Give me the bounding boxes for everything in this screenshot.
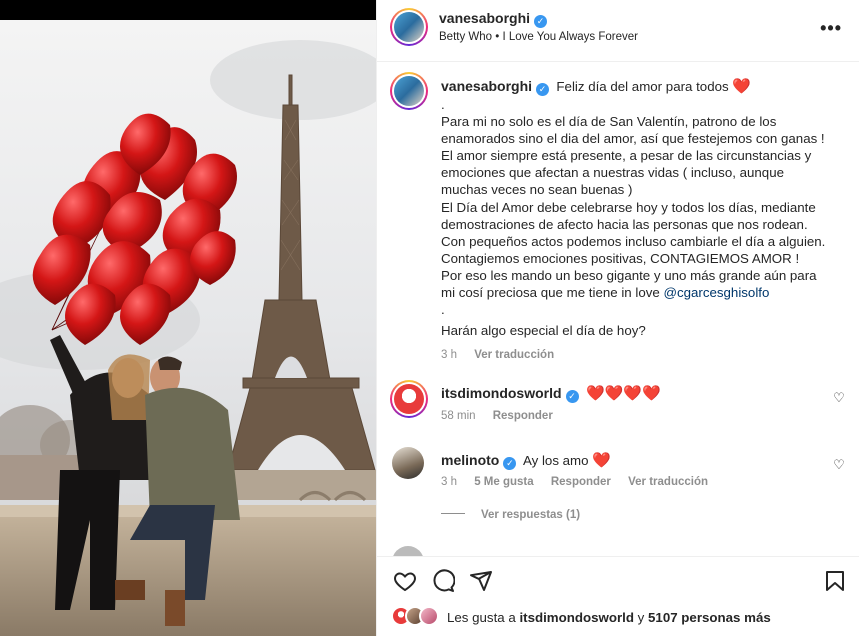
caption-time[interactable]: 3 h xyxy=(441,349,457,361)
photo-illustration xyxy=(0,0,376,636)
caption-line: El Día del Amor debe celebrarse hoy y to… xyxy=(441,199,816,215)
more-options-icon[interactable]: ••• xyxy=(820,18,842,39)
likes-prefix: Les gusta a xyxy=(447,610,516,625)
mention-link[interactable]: @cgarcesghisolfo xyxy=(663,285,769,300)
view-replies[interactable]: Ver respuestas (1) xyxy=(441,509,594,521)
heart-emoji: ❤️ xyxy=(592,452,611,469)
caption-line: Para mi no solo es el día de San Valentí… xyxy=(441,114,777,130)
reply-button[interactable]: Responder xyxy=(551,476,611,488)
caption-line: Con pequeños actos podemos incluso cambi… xyxy=(441,233,826,249)
likes-summary: Les gusta a itsdimondosworld y 5107 pers… xyxy=(377,600,859,636)
caption: vanesaborghi ✓ Feliz día del amor para to… xyxy=(441,78,846,364)
comment-likes[interactable]: 5 Me gusta xyxy=(474,476,533,488)
view-replies-label[interactable]: Ver respuestas (1) xyxy=(481,509,580,521)
audio-track[interactable]: Betty Who • I Love You Always Forever xyxy=(439,31,638,43)
post-photo[interactable] xyxy=(0,0,376,636)
author-avatar[interactable] xyxy=(390,8,428,46)
save-bookmark-icon[interactable] xyxy=(823,569,847,593)
comment-time[interactable]: 58 min xyxy=(441,410,476,422)
verified-icon: ✓ xyxy=(536,83,550,96)
like-comment-icon[interactable]: ♡ xyxy=(832,458,846,472)
caption-line: muchas veces no sean buenas ) xyxy=(441,182,633,198)
translate-link[interactable]: Ver traducción xyxy=(628,476,708,488)
verified-icon: ✓ xyxy=(565,390,579,403)
post-detail-panel: vanesaborghi ✓ Betty Who • I Love You Alw… xyxy=(376,0,859,636)
commenter-avatar[interactable] xyxy=(390,380,428,418)
author-username[interactable]: vanesaborghi xyxy=(439,10,530,26)
liker-avatar[interactable] xyxy=(419,606,439,626)
commenter-avatar[interactable] xyxy=(392,447,424,479)
caption-line: . xyxy=(441,302,445,318)
liker-username[interactable]: itsdimondosworld xyxy=(519,610,634,625)
caption-avatar[interactable] xyxy=(390,72,428,110)
verified-icon: ✓ xyxy=(503,457,517,470)
translate-link[interactable]: Ver traducción xyxy=(474,349,554,361)
caption-line: Contagiemos emociones positivas, CONTAGI… xyxy=(441,250,800,266)
caption-line: Por eso les mando un beso gigante y uno … xyxy=(441,267,817,283)
replies-divider xyxy=(441,513,465,514)
comment-time[interactable]: 3 h xyxy=(441,476,457,488)
like-heart-icon[interactable] xyxy=(393,569,417,593)
commenter-username[interactable]: melinoto xyxy=(441,452,499,468)
commenter-avatar[interactable] xyxy=(392,546,424,556)
likes-count-link[interactable]: 5107 personas más xyxy=(648,610,771,625)
like-comment-icon[interactable]: ♡ xyxy=(832,391,846,405)
caption-line: demostraciones de afecto hacia las perso… xyxy=(441,216,808,232)
heart-emoji: ❤️ xyxy=(732,78,752,95)
comment-text: Ay los amo xyxy=(523,453,589,468)
caption-author[interactable]: vanesaborghi xyxy=(441,78,532,94)
share-icon[interactable] xyxy=(469,569,493,593)
comment-icon[interactable] xyxy=(431,569,455,593)
caption-line: Feliz día del amor para todos xyxy=(556,79,729,94)
comments-scroll-area[interactable]: vanesaborghi ✓ Feliz día del amor para to… xyxy=(377,62,859,556)
comment-text: ❤️❤️❤️❤️ xyxy=(585,385,661,402)
post-header: vanesaborghi ✓ Betty Who • I Love You Alw… xyxy=(377,0,859,62)
caption-line: . xyxy=(441,97,445,112)
caption-line: Harán algo especial el día de hoy? xyxy=(441,323,646,339)
caption-line: El amor siempre está presente, a pesar d… xyxy=(441,148,812,164)
caption-line: mi cosí preciosa que me tiene in love xyxy=(441,285,660,301)
caption-line: enamorados sino el dia del amor, así que… xyxy=(441,131,825,147)
commenter-username[interactable]: itsdimondosworld xyxy=(441,385,562,401)
post-actions xyxy=(377,556,859,600)
reply-button[interactable]: Responder xyxy=(493,410,553,422)
likes-middle: y xyxy=(637,610,645,625)
caption-line: emociones que afectan a nuestras vidas (… xyxy=(441,165,784,181)
verified-icon: ✓ xyxy=(534,15,548,28)
